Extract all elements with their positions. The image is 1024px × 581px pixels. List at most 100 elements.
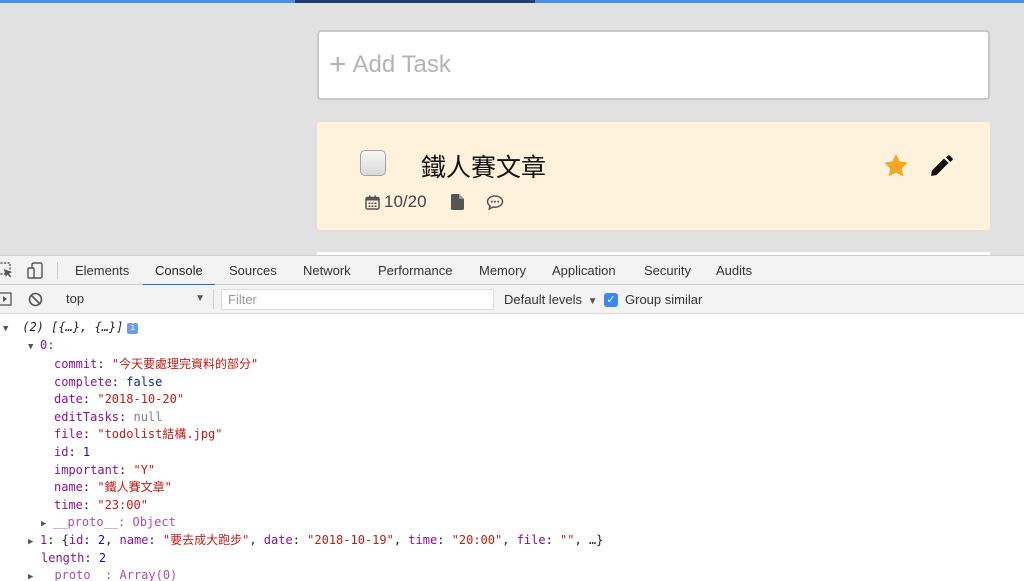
collapse-arrow-icon[interactable]: ▶ bbox=[28, 534, 40, 552]
field-key: editTasks bbox=[54, 409, 120, 424]
field-separator: : bbox=[82, 497, 98, 512]
important-star-icon[interactable] bbox=[883, 153, 909, 183]
array-summary: (2) [{…}, {…}] bbox=[22, 320, 124, 334]
proto-array: __proto__: Array(0) bbox=[40, 568, 178, 581]
tab-network[interactable]: Network bbox=[303, 256, 351, 285]
task-card[interactable]: 鐵人賽文章 10/20 bbox=[317, 122, 990, 230]
tab-application[interactable]: Application bbox=[552, 256, 616, 285]
item1-row[interactable]: ▶ 1: {id: 2, name: "要去成大跑步", date: "2018-… bbox=[28, 532, 603, 552]
object-field-row: complete: false bbox=[54, 374, 162, 392]
add-task-label: Add Task bbox=[352, 51, 451, 78]
proto-array-row[interactable]: ▶ __proto__: Array(0) bbox=[28, 567, 177, 581]
tab-memory[interactable]: Memory bbox=[479, 256, 526, 285]
progress-segment bbox=[295, 0, 535, 3]
console-toolbar: top ▼ Filter Default levels ▼ ✓ Group si… bbox=[0, 285, 1024, 314]
field-value: "23:00" bbox=[97, 497, 148, 512]
tab-security[interactable]: Security bbox=[644, 256, 691, 285]
devtools-panel: Elements Console Sources Network Perform… bbox=[0, 255, 1024, 581]
group-similar-checkbox[interactable]: ✓ bbox=[604, 292, 618, 307]
clear-console-icon[interactable] bbox=[28, 292, 43, 310]
field-key: file bbox=[54, 427, 83, 442]
comment-icon bbox=[486, 194, 504, 210]
show-sidebar-icon[interactable] bbox=[0, 292, 12, 309]
item1-file: "" bbox=[560, 533, 575, 547]
expand-arrow-icon[interactable]: ▼ bbox=[28, 339, 40, 357]
expand-arrow-icon[interactable]: ▼ bbox=[3, 321, 15, 339]
item1-name: "要去成大跑步" bbox=[162, 533, 250, 547]
top-progress-bar bbox=[0, 0, 1024, 3]
tab-sources[interactable]: Sources bbox=[229, 256, 277, 285]
calendar-icon bbox=[365, 195, 380, 210]
item0-row[interactable]: ▼ 0: bbox=[28, 337, 54, 357]
tab-console[interactable]: Console bbox=[143, 256, 215, 286]
field-key: name bbox=[54, 480, 83, 495]
levels-label: Default levels bbox=[504, 292, 583, 307]
filter-input[interactable]: Filter bbox=[221, 289, 494, 310]
field-separator: : bbox=[82, 480, 98, 495]
object-field-row: time: "23:00" bbox=[54, 497, 148, 515]
field-key: time bbox=[54, 497, 83, 512]
field-value: "鐵人賽文章" bbox=[97, 480, 172, 495]
field-key: id bbox=[54, 445, 69, 459]
task-meta: 10/20 bbox=[365, 192, 504, 212]
context-selector[interactable]: top ▼ bbox=[58, 289, 214, 309]
group-similar-label: Group similar bbox=[625, 292, 703, 307]
field-value: "Y" bbox=[133, 462, 156, 477]
dropdown-arrow-icon: ▼ bbox=[587, 296, 598, 307]
field-separator: : bbox=[82, 427, 98, 442]
item0-index: 0: bbox=[40, 338, 55, 352]
item1-rest: …} bbox=[588, 533, 604, 547]
default-levels-dropdown[interactable]: Default levels ▼ bbox=[504, 285, 598, 314]
field-separator: : bbox=[111, 374, 127, 389]
length-row: length: 2 bbox=[41, 551, 107, 565]
item1-time: "20:00" bbox=[451, 533, 503, 547]
plus-icon: + bbox=[329, 48, 347, 81]
field-value: false bbox=[126, 374, 163, 389]
group-similar-toggle[interactable]: ✓ Group similar bbox=[604, 285, 702, 314]
field-value: "今天要處理完資料的部分" bbox=[111, 357, 259, 371]
inspect-element-icon[interactable] bbox=[0, 262, 14, 284]
object-field-row: id: 1 bbox=[54, 444, 90, 462]
file-icon bbox=[450, 194, 464, 210]
console-output: ▼ (2) [{…}, {…}] i ▼ 0: commit: "今天要處理完資料的… bbox=[0, 315, 1024, 581]
task-date: 10/20 bbox=[384, 192, 427, 211]
item1-date: "2018-10-19" bbox=[307, 533, 394, 547]
object-field-row: important: "Y" bbox=[54, 462, 155, 480]
field-value: "todolist結構.jpg" bbox=[97, 427, 223, 442]
edit-pencil-icon[interactable] bbox=[929, 153, 954, 183]
collapse-arrow-icon[interactable]: ▶ bbox=[28, 569, 40, 581]
field-value: "2018-10-20" bbox=[97, 392, 185, 407]
task-complete-checkbox[interactable] bbox=[360, 150, 386, 176]
collapse-arrow-icon[interactable]: ▶ bbox=[41, 516, 53, 534]
tab-elements[interactable]: Elements bbox=[75, 256, 129, 285]
field-value: 1 bbox=[82, 445, 91, 459]
array-summary-row[interactable]: ▼ (2) [{…}, {…}] i bbox=[3, 319, 139, 339]
dropdown-arrow-icon: ▼ bbox=[195, 293, 205, 304]
object-field-row: editTasks: null bbox=[54, 409, 162, 427]
device-toolbar-icon[interactable] bbox=[27, 262, 44, 284]
field-key: date bbox=[54, 392, 83, 407]
tab-performance[interactable]: Performance bbox=[378, 256, 452, 285]
object-field-row: name: "鐵人賽文章" bbox=[54, 479, 172, 497]
info-icon: i bbox=[127, 323, 139, 334]
length-value: 2 bbox=[98, 551, 107, 565]
length-key: length bbox=[41, 551, 85, 565]
context-value: top bbox=[66, 291, 85, 306]
field-key: important bbox=[54, 462, 120, 477]
proto-object-row[interactable]: ▶ __proto__: Object bbox=[41, 514, 176, 534]
item1-id: 2 bbox=[97, 533, 106, 547]
task-title: 鐵人賽文章 bbox=[421, 153, 547, 182]
add-task-input[interactable]: + Add Task bbox=[317, 30, 990, 100]
field-separator: : bbox=[119, 409, 134, 424]
tab-audits[interactable]: Audits bbox=[716, 256, 752, 285]
field-separator: : bbox=[82, 392, 98, 407]
field-key: commit bbox=[54, 357, 98, 371]
object-field-row: file: "todolist結構.jpg" bbox=[54, 426, 223, 444]
field-separator: : bbox=[68, 445, 83, 459]
toolbar-separator bbox=[57, 262, 58, 279]
object-field-row: commit: "今天要處理完資料的部分" bbox=[54, 356, 258, 374]
object-field-row: date: "2018-10-20" bbox=[54, 391, 184, 409]
devtools-tab-bar: Elements Console Sources Network Perform… bbox=[0, 256, 1024, 286]
field-separator: : bbox=[97, 357, 112, 371]
field-value: null bbox=[133, 409, 163, 424]
